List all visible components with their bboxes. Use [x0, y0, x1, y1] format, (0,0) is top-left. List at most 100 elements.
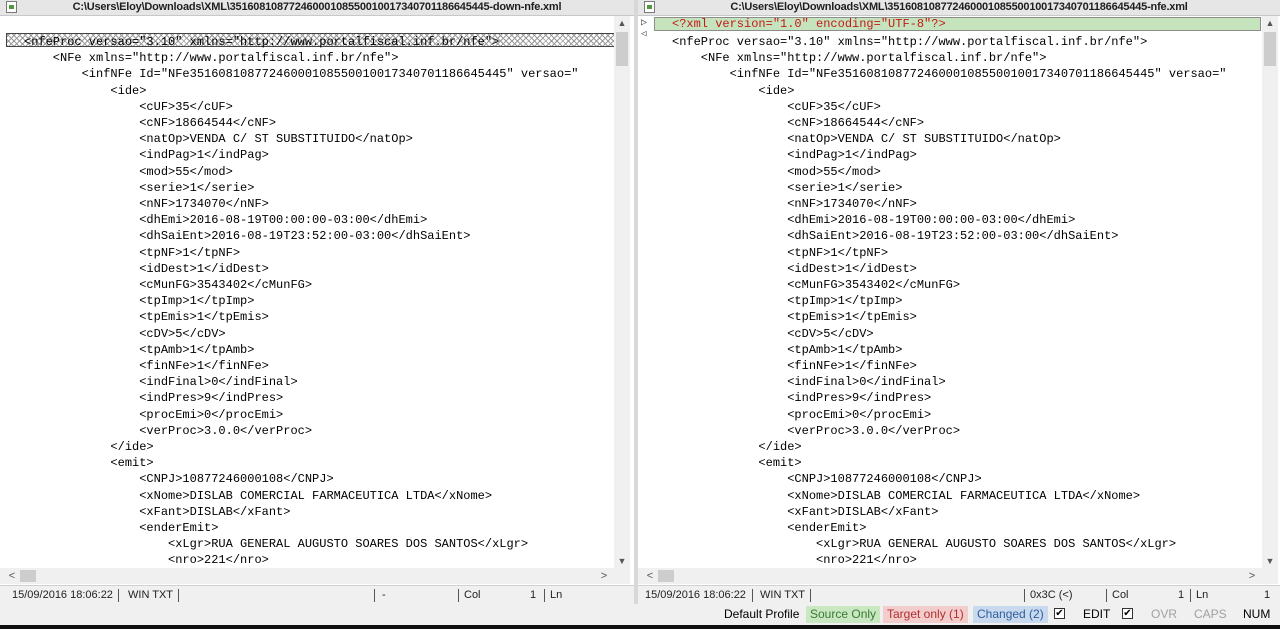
code-line: <finNFe>1</finNFe> [672, 359, 917, 373]
code-line: <idDest>1</idDest> [24, 261, 269, 276]
right-code-view[interactable]: ▷ ◁ <?xml version="1.0" encoding="UTF-8"… [638, 16, 1262, 568]
main-status-bar: Default Profile Source Only Target only … [0, 604, 1280, 625]
right-vertical-scrollbar[interactable]: ▲ ▼ [1262, 16, 1278, 568]
code-line: <xNome>DISLAB COMERCIAL FARMACEUTICA LTD… [672, 488, 1141, 503]
ovr-checkbox[interactable]: ✔ [1122, 608, 1133, 619]
scroll-down-icon[interactable]: ▼ [1262, 554, 1278, 568]
scroll-thumb[interactable] [20, 570, 36, 582]
right-status-ln-label: Ln [1196, 589, 1209, 601]
scroll-thumb[interactable] [658, 570, 674, 582]
code-line: <tpEmis>1</tpEmis> [672, 310, 917, 325]
status-separator [1190, 589, 1191, 602]
code-line: <cDV>5</cDV> [24, 326, 226, 341]
code-line: <cMunFG>3543402</cMunFG> [24, 278, 313, 292]
scroll-thumb[interactable] [616, 32, 628, 66]
status-separator [458, 589, 459, 602]
right-status-datetime: 15/09/2016 18:06:22 [645, 589, 746, 601]
code-line: <indPag>1</indPag> [672, 148, 917, 163]
left-status-col-label: Col [464, 589, 481, 601]
scroll-down-icon[interactable]: ▼ [614, 554, 630, 568]
code-line: <xLgr>RUA GENERAL AUGUSTO SOARES DOS SAN… [672, 537, 1177, 552]
code-line: <emit> [24, 456, 154, 471]
code-line: <indPag>1</indPag> [24, 148, 269, 163]
code-line: <ide> [672, 83, 795, 98]
code-line: <natOp>VENDA C/ ST SUBSTITUIDO</natOp> [24, 132, 413, 147]
scroll-left-icon[interactable]: < [642, 568, 658, 584]
code-line: <nro>221</nro> [672, 553, 917, 568]
code-line: <tpImp>1</tpImp> [24, 294, 255, 309]
caps-indicator: CAPS [1194, 607, 1227, 621]
status-separator [1106, 589, 1107, 602]
scroll-left-icon[interactable]: < [4, 568, 20, 584]
code-line: <indPres>9</indPres> [24, 391, 284, 406]
code-line: <NFe xmlns="http://www.portalfiscal.inf.… [24, 51, 399, 66]
right-horizontal-scrollbar[interactable]: < > [638, 568, 1262, 584]
code-line: <nfeProc versao="3.10" xmlns="http://www… [672, 35, 1148, 49]
scroll-up-icon[interactable]: ▲ [614, 16, 630, 30]
scroll-thumb[interactable] [1264, 32, 1276, 66]
profile-label[interactable]: Default Profile [724, 604, 799, 625]
status-separator [544, 589, 545, 602]
source-only-filter[interactable]: Source Only [806, 606, 881, 623]
status-separator [810, 589, 811, 602]
right-status-col-label: Col [1112, 589, 1129, 601]
code-line: <tpNF>1</tpNF> [672, 245, 889, 260]
code-line: <mod>55</mod> [672, 164, 881, 179]
scroll-right-icon[interactable]: > [596, 568, 612, 584]
right-pane-titlebar: C:\Users\Eloy\Downloads\XML\351608108772… [638, 0, 1280, 16]
left-status-char: - [382, 589, 386, 601]
code-line: <ide> [24, 83, 147, 98]
code-line: <CNPJ>10877246000108</CNPJ> [672, 472, 982, 487]
left-vertical-scrollbar[interactable]: ▲ ▼ [614, 16, 630, 568]
right-status-ln-value: 1 [1264, 589, 1271, 601]
num-indicator: NUM [1243, 607, 1271, 621]
scroll-right-icon[interactable]: > [1244, 568, 1260, 584]
code-line: <enderEmit> [672, 521, 867, 535]
code-line: <xFant>DISLAB</xFant> [24, 504, 291, 519]
right-diff-pane[interactable]: C:\Users\Eloy\Downloads\XML\351608108772… [638, 0, 1280, 605]
code-line: <tpAmb>1</tpAmb> [24, 342, 255, 357]
code-line: <infNFe Id="NFe3516081087724600010855001… [24, 67, 579, 82]
scroll-corner [614, 568, 630, 584]
code-line: <procEmi>0</procEmi> [672, 407, 932, 422]
code-line: <xFant>DISLAB</xFant> [672, 504, 939, 519]
code-line: <cNF>18664544</cNF> [672, 116, 925, 130]
code-line: <tpImp>1</tpImp> [672, 294, 903, 309]
status-separator [374, 589, 375, 602]
code-line: <xLgr>RUA GENERAL AUGUSTO SOARES DOS SAN… [24, 537, 529, 552]
code-line: <nNF>1734070</nNF> [672, 197, 917, 211]
left-horizontal-scrollbar[interactable]: < > [0, 568, 614, 584]
changed-filter[interactable]: Changed (2) [973, 606, 1048, 623]
left-status-datetime: 15/09/2016 18:06:22 [12, 589, 113, 601]
code-line: <procEmi>0</procEmi> [24, 407, 284, 422]
code-line: <cUF>35</cUF> [24, 99, 233, 114]
code-line: <mod>55</mod> [24, 164, 233, 179]
code-line: <serie>1</serie> [24, 180, 255, 195]
left-diff-pane[interactable]: C:\Users\Eloy\Downloads\XML\351608108772… [0, 0, 634, 605]
code-line: <tpAmb>1</tpAmb> [672, 342, 903, 357]
code-line: <infNFe Id="NFe3516081087724600010855001… [672, 67, 1227, 82]
code-line: <cDV>5</cDV> [672, 326, 874, 341]
code-line: <serie>1</serie> [672, 180, 903, 195]
target-only-filter[interactable]: Target only (1) [883, 606, 968, 623]
status-separator [752, 589, 753, 602]
code-line: <cMunFG>3543402</cMunFG> [672, 278, 961, 292]
code-line: </ide> [24, 440, 154, 454]
code-line: <nNF>1734070</nNF> [24, 197, 269, 211]
code-line: </ide> [672, 440, 802, 454]
taskbar-strip [0, 625, 1280, 629]
left-code-view[interactable]: <nfeProc versao="3.10" xmlns="http://www… [0, 16, 614, 568]
right-status-col-value: 1 [1178, 589, 1185, 601]
code-line: <tpEmis>1</tpEmis> [24, 310, 269, 325]
code-line: <verProc>3.0.0</verProc> [24, 423, 313, 438]
scroll-up-icon[interactable]: ▲ [1262, 16, 1278, 30]
diff-arrow-icon: ◁ [641, 29, 647, 39]
ovr-indicator: OVR [1151, 607, 1178, 621]
right-status-mode: WIN TXT [760, 589, 806, 601]
edit-checkbox[interactable]: ✔ [1054, 608, 1065, 619]
left-status-bar: 15/09/2016 18:06:22 WIN TXT - Col 1 Ln [0, 585, 634, 605]
code-line: <tpNF>1</tpNF> [24, 245, 241, 260]
code-line: <emit> [672, 456, 802, 471]
edit-indicator: EDIT [1083, 607, 1111, 621]
code-line: <nro>221</nro> [24, 553, 269, 568]
